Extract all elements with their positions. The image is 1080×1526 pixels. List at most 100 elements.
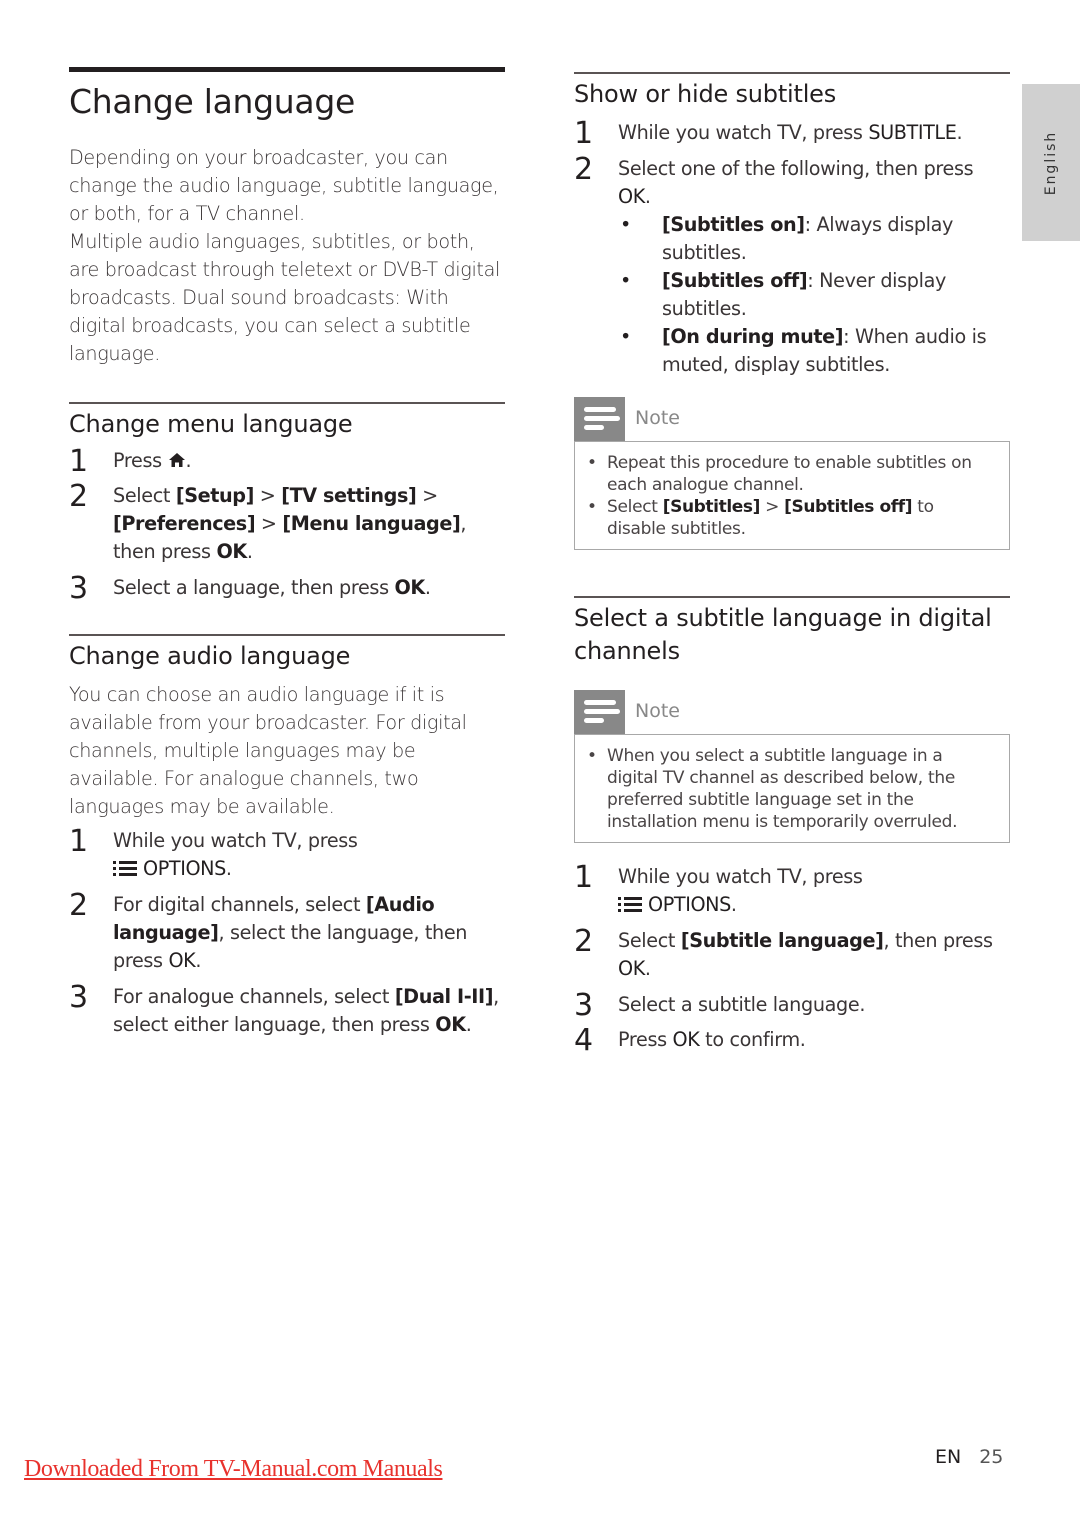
section-rule <box>69 634 505 636</box>
ok-key: OK <box>435 1013 466 1036</box>
option-subtitles-off: [Subtitles off] <box>662 269 808 292</box>
note-content: When you select a subtitle language in a… <box>574 734 1010 843</box>
step-item: 3 For analogue channels, select [Dual I-… <box>69 980 505 1039</box>
step-number: 3 <box>69 571 88 606</box>
page-number-value: 25 <box>979 1446 1004 1468</box>
step-number: 2 <box>69 888 88 923</box>
step-text-end: . <box>246 540 253 563</box>
step-number: 3 <box>574 988 593 1023</box>
ok-key: OK <box>168 949 196 972</box>
note-label: Note <box>635 407 680 429</box>
step-text: Select a subtitle language. <box>618 993 866 1016</box>
step-number: 1 <box>69 824 88 859</box>
note-header: Note <box>574 690 1010 734</box>
step-number: 1 <box>574 860 593 895</box>
show-hide-steps: 1 While you watch TV, press SUBTITLE. 2 … <box>574 116 1010 211</box>
ok-key: OK <box>394 576 425 599</box>
section-rule <box>574 596 1010 598</box>
menu-path-subtitles-off: [Subtitles off] <box>784 497 913 517</box>
note-header: Note <box>574 397 1010 441</box>
step-text-end: . <box>644 957 651 980</box>
separator: > <box>255 512 283 535</box>
subtitle-option: [Subtitles off]: Never display subtitles… <box>618 267 1010 323</box>
step-text-end: . <box>644 185 651 208</box>
step-number: 2 <box>69 479 88 514</box>
intro-paragraph-1: Depending on your broadcaster, you can c… <box>69 146 499 225</box>
step-text: to confirm. <box>699 1028 806 1051</box>
note-item: Repeat this procedure to enable subtitle… <box>587 452 995 496</box>
step-item: 2 Select one of the following, then pres… <box>574 152 1010 211</box>
step-item: 1 While you watch TV, press OPTIONS. <box>69 824 505 883</box>
digital-subtitle-steps: 1 While you watch TV, press OPTIONS. 2 S… <box>574 860 1010 1058</box>
step-text-end: . <box>465 1013 472 1036</box>
page-title: Change language <box>69 82 355 121</box>
step-text: , then press <box>883 929 993 952</box>
step-item: 4 Press OK to confirm. <box>574 1023 1010 1058</box>
step-number: 2 <box>574 152 593 187</box>
step-number: 3 <box>69 980 88 1015</box>
step-item: 2 Select [Setup] > [TV settings] > [Pref… <box>69 479 505 566</box>
home-icon <box>168 453 185 467</box>
menu-language-steps: 1 Press . 2 Select [Setup] > [TV setting… <box>69 444 505 606</box>
options-icon <box>618 896 642 912</box>
section-heading-audio-language: Change audio language <box>69 642 351 670</box>
step-item: 2 Select [Subtitle language], then press… <box>574 924 1010 983</box>
right-column: Show or hide subtitles 1 While you watch… <box>574 72 1010 1058</box>
step-number: 1 <box>69 444 88 479</box>
option-on-during-mute: [On during mute] <box>662 325 844 348</box>
step-number: 4 <box>574 1023 593 1058</box>
step-text: While you watch TV, press <box>113 829 358 852</box>
ok-key: OK <box>618 185 645 208</box>
note-icon <box>574 690 625 734</box>
note-content: Repeat this procedure to enable subtitle… <box>574 441 1010 550</box>
note-icon <box>574 397 625 441</box>
subtitle-options-list: [Subtitles on]: Always display subtitles… <box>574 211 1010 379</box>
step-item: 1 Press . <box>69 444 505 479</box>
ok-key: OK <box>672 1028 700 1051</box>
options-key: OPTIONS <box>143 857 226 880</box>
separator: > <box>759 497 785 517</box>
audio-language-paragraph: You can choose an audio language if it i… <box>69 683 467 818</box>
title-rule <box>69 67 505 72</box>
step-text-end: . <box>424 576 431 599</box>
separator: > <box>253 484 282 507</box>
section-heading-menu-language: Change menu language <box>69 410 353 438</box>
step-text: Press <box>113 449 162 472</box>
step-text-end: . <box>730 893 737 916</box>
menu-path-menu-language: [Menu language] <box>282 512 461 535</box>
step-text: Press <box>618 1028 673 1051</box>
ok-key: OK <box>618 957 645 980</box>
step-text-end: . <box>185 449 192 472</box>
note-label: Note <box>635 700 680 722</box>
note-item: When you select a subtitle language in a… <box>587 745 995 833</box>
step-item: 3 Select a subtitle language. <box>574 988 1010 1023</box>
step-number: 2 <box>574 924 593 959</box>
note-box-subtitles: Note Repeat this procedure to enable sub… <box>574 397 1010 550</box>
step-item: 3 Select a language, then press OK. <box>69 571 505 606</box>
menu-path-subtitle-language: [Subtitle language] <box>680 929 884 952</box>
options-icon <box>113 860 137 876</box>
menu-path-subtitles: [Subtitles] <box>662 497 761 517</box>
page-number: EN 25 <box>935 1446 1003 1468</box>
subtitle-key: SUBTITLE <box>868 121 957 144</box>
step-text: For digital channels, select <box>113 893 366 916</box>
language-tab: English <box>1022 84 1080 241</box>
step-text-end: . <box>225 857 232 880</box>
subtitle-option: [Subtitles on]: Always display subtitles… <box>618 211 1010 267</box>
step-item: 1 While you watch TV, press OPTIONS. <box>574 860 1010 919</box>
download-source-link[interactable]: Downloaded From TV-Manual.com Manuals <box>24 1456 443 1483</box>
step-item: 1 While you watch TV, press SUBTITLE. <box>574 116 1010 151</box>
step-number: 1 <box>574 116 593 151</box>
menu-path-setup: [Setup] <box>175 484 255 507</box>
note-box-digital: Note When you select a subtitle language… <box>574 690 1010 843</box>
menu-path-preferences: [Preferences] <box>113 512 256 535</box>
section-rule <box>574 72 1010 74</box>
step-text: Select one of the following, then press <box>618 157 974 180</box>
left-column: Change language Depending on your broadc… <box>69 67 505 1039</box>
language-tab-label: English <box>1043 130 1059 195</box>
intro-paragraph-2: Multiple audio languages, subtitles, or … <box>69 230 500 365</box>
ok-key: OK <box>216 540 247 563</box>
menu-path-dual: [Dual I-II] <box>394 985 494 1008</box>
audio-language-steps: 1 While you watch TV, press OPTIONS. 2 F… <box>69 824 505 1039</box>
note-item: Select [Subtitles] > [Subtitles off] to … <box>587 496 995 540</box>
